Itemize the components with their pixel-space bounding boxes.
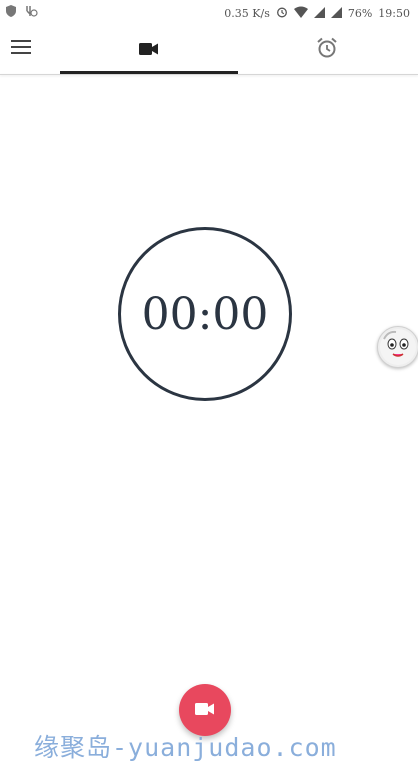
shield-icon (6, 5, 16, 20)
app-bar-divider (0, 74, 418, 75)
videocam-icon (195, 701, 215, 720)
tab-alarm[interactable] (238, 26, 416, 74)
clock-time: 19:50 (378, 7, 410, 20)
alarm-clock-icon (316, 37, 338, 63)
watermark: 缘聚岛-yuanjudao.com (34, 733, 337, 761)
signal-icon (313, 6, 325, 21)
floating-assistant-bubble[interactable] (377, 326, 418, 368)
wifi-icon (293, 6, 308, 21)
usb-debug-icon (24, 5, 38, 20)
alarm-icon (276, 6, 288, 21)
battery-level: 76% (347, 7, 373, 20)
mascot-face-icon (378, 329, 418, 367)
hamburger-menu-icon (11, 39, 31, 59)
status-bar: 0.35 K/s 76% 19:50 (0, 0, 418, 26)
app-bar (0, 26, 418, 74)
net-speed: 0.35 K/s (224, 7, 270, 20)
timer-display: 00:00 (141, 288, 269, 340)
tab-video[interactable] (60, 26, 238, 74)
screen: 0.35 K/s 76% 19:50 00:00 缘聚岛-yuanjudao.c… (0, 0, 418, 761)
timer-ring: 00:00 (118, 227, 292, 401)
menu-button[interactable] (8, 36, 34, 62)
videocam-icon (139, 41, 159, 60)
status-left (6, 5, 38, 20)
status-right: 0.35 K/s 76% 19:50 (224, 6, 410, 21)
signal-icon (330, 6, 342, 21)
